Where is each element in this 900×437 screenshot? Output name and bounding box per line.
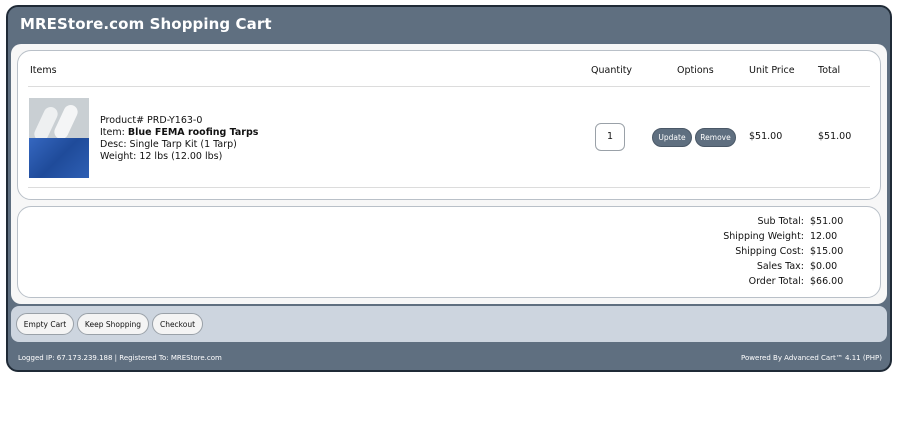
checkout-button[interactable]: Checkout bbox=[152, 313, 203, 335]
row-divider bbox=[28, 187, 870, 188]
shipping-weight-value: 12.00 bbox=[810, 231, 838, 242]
empty-cart-button[interactable]: Empty Cart bbox=[16, 313, 74, 335]
col-header-quantity: Quantity bbox=[591, 65, 633, 76]
header-divider bbox=[28, 86, 870, 87]
col-header-total: Total bbox=[818, 65, 841, 76]
shipping-cost-label: Shipping Cost: bbox=[735, 246, 804, 257]
subtotal-label: Sub Total: bbox=[757, 216, 805, 227]
product-weight: Weight: 12 lbs (12.00 lbs) bbox=[100, 151, 223, 162]
shopping-cart-window: MREStore.com Shopping Cart Items Quantit… bbox=[6, 5, 892, 372]
update-button[interactable]: Update bbox=[652, 128, 692, 147]
sales-tax-label: Sales Tax: bbox=[756, 261, 804, 272]
order-total-label: Order Total: bbox=[748, 276, 804, 287]
remove-button[interactable]: Remove bbox=[695, 128, 736, 147]
cart-main-panel: Items Quantity Options Unit Price Total … bbox=[11, 44, 887, 304]
col-header-unit-price: Unit Price bbox=[749, 65, 795, 76]
unit-price: $51.00 bbox=[749, 131, 783, 142]
sales-tax-value: $0.00 bbox=[810, 261, 838, 272]
items-table: Items Quantity Options Unit Price Total … bbox=[17, 50, 881, 200]
col-header-items: Items bbox=[30, 65, 57, 76]
col-header-options: Options bbox=[677, 65, 714, 76]
shipping-cost-value: $15.00 bbox=[810, 246, 844, 257]
line-total: $51.00 bbox=[818, 131, 852, 142]
quantity-input[interactable]: 1 bbox=[595, 123, 625, 151]
keep-shopping-button[interactable]: Keep Shopping bbox=[77, 313, 149, 335]
product-info: Product# PRD-Y163-0 Item: Blue FEMA roof… bbox=[100, 115, 258, 163]
order-totals: Sub Total: $51.00 Shipping Weight: 12.00… bbox=[17, 206, 881, 298]
footer-powered-by: Powered By Advanced Cart™ 4.11 (PHP) bbox=[741, 354, 882, 362]
footer-login-info: Logged IP: 67.173.239.188 | Registered T… bbox=[18, 354, 222, 362]
product-description: Desc: Single Tarp Kit (1 Tarp) bbox=[100, 139, 237, 150]
product-item-line: Item: Blue FEMA roofing Tarps bbox=[100, 127, 258, 139]
product-number: Product# PRD-Y163-0 bbox=[100, 115, 203, 126]
product-thumbnail[interactable] bbox=[29, 98, 89, 178]
page-title: MREStore.com Shopping Cart bbox=[20, 15, 272, 33]
subtotal-value: $51.00 bbox=[810, 216, 844, 227]
item-prefix: Item: bbox=[100, 127, 128, 138]
product-name: Blue FEMA roofing Tarps bbox=[127, 127, 259, 138]
shipping-weight-label: Shipping Weight: bbox=[723, 231, 804, 242]
order-total-value: $66.00 bbox=[810, 276, 844, 287]
cart-header: MREStore.com Shopping Cart bbox=[8, 7, 890, 43]
cart-action-bar: Empty Cart Keep Shopping Checkout bbox=[11, 306, 887, 342]
